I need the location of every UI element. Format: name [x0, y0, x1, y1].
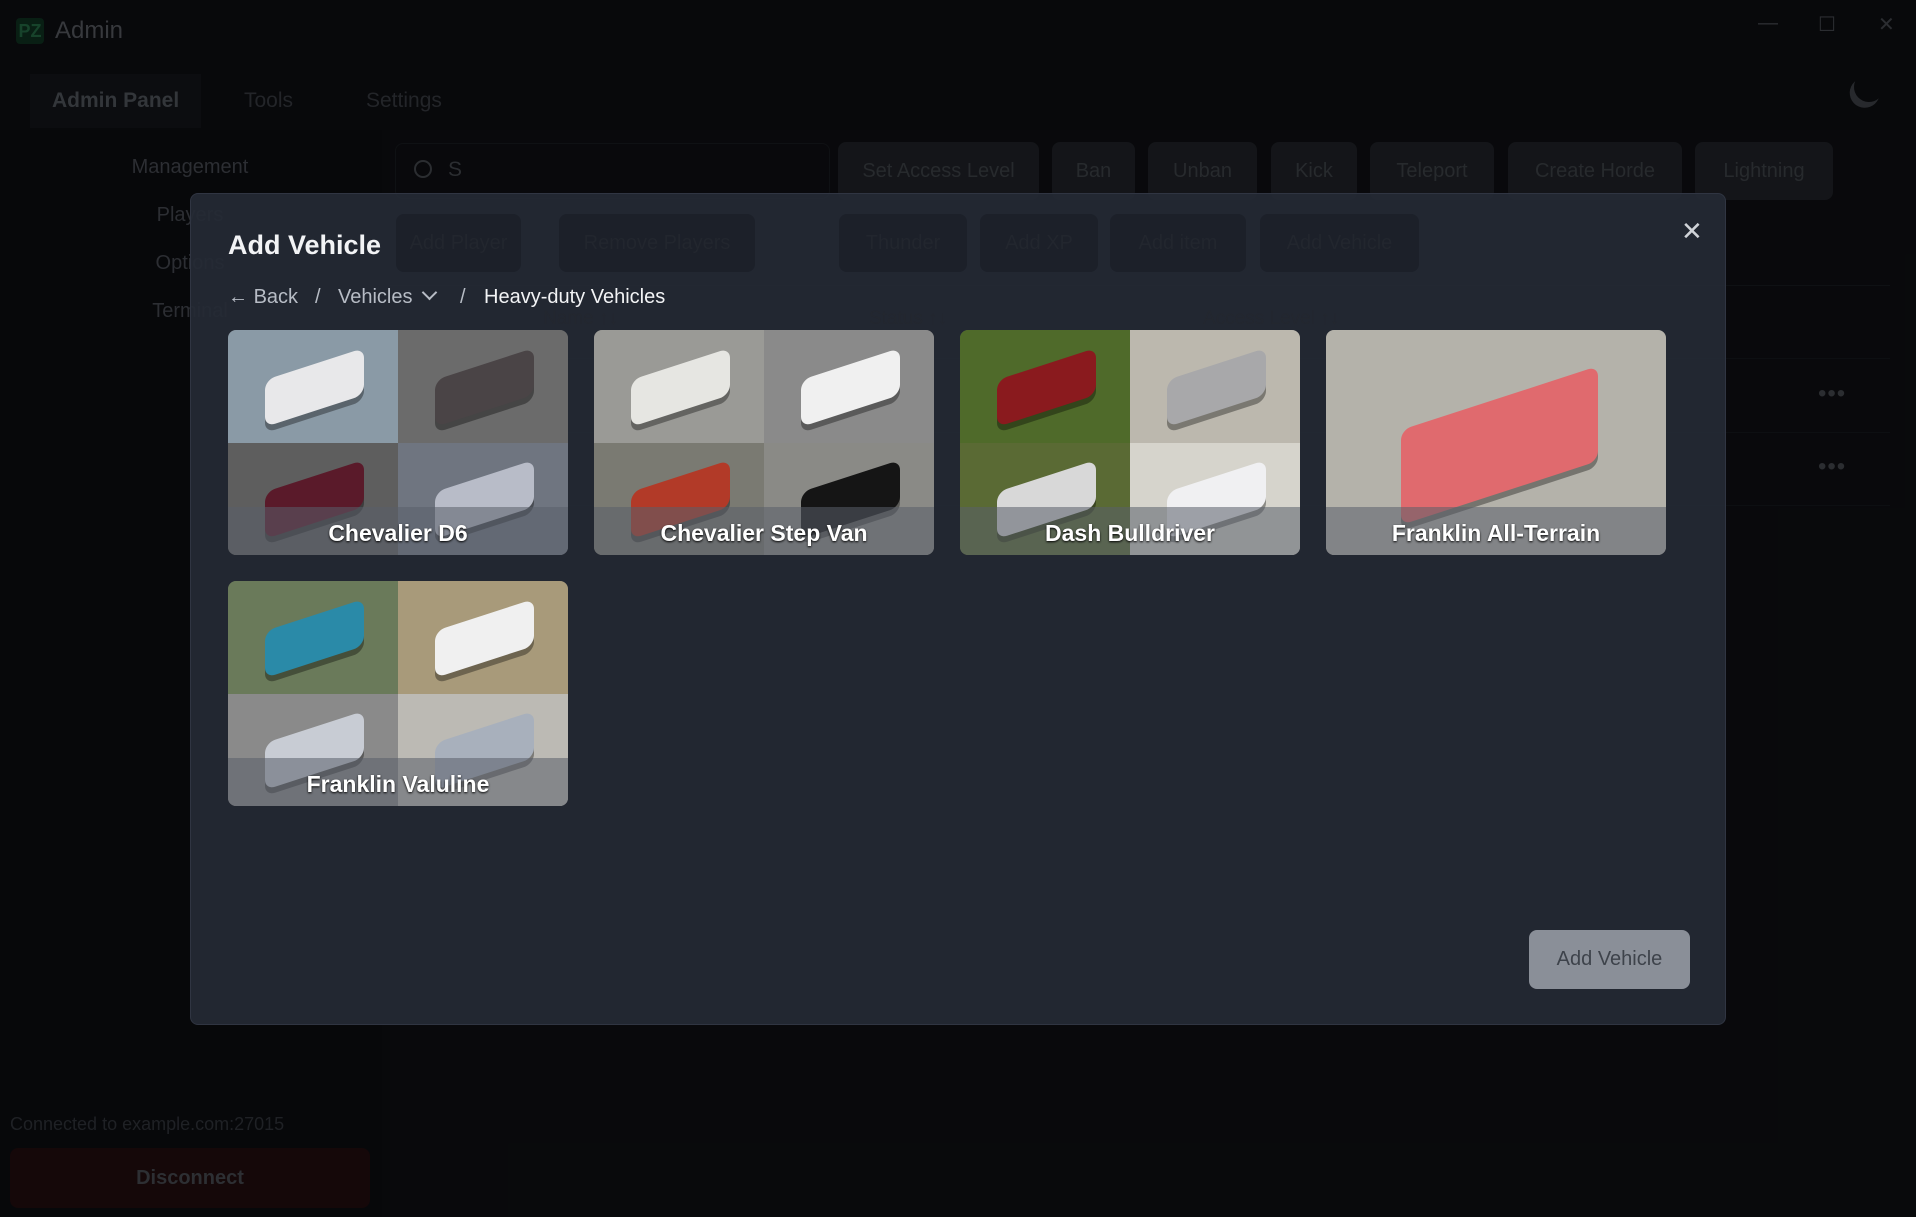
- vehicle-thumbnail: [1130, 330, 1300, 443]
- column-header-name: Name ↑↓: [543, 308, 618, 329]
- back-button[interactable]: ← Back: [228, 286, 298, 309]
- vehicle-card[interactable]: Franklin Valuline: [228, 581, 568, 806]
- add-vehicle-dialog: Add Player Remove Players Thunder Add XP…: [190, 193, 1726, 1025]
- vehicle-thumbnail: [594, 330, 764, 443]
- vehicle-image: [1400, 365, 1598, 525]
- vehicle-image: [435, 598, 534, 679]
- add-item-button: Add item: [1110, 214, 1246, 272]
- vehicle-name: Franklin All-Terrain: [1326, 507, 1666, 555]
- thunder-button: Thunder: [839, 214, 967, 272]
- vehicle-name: Franklin Valuline: [228, 758, 568, 806]
- vehicle-card[interactable]: Chevalier Step Van: [594, 330, 934, 555]
- vehicle-image: [997, 347, 1096, 428]
- breadcrumb-vehicles: Vehicles: [338, 286, 413, 308]
- add-vehicle-bg-button: Add Vehicle: [1260, 214, 1419, 272]
- vehicle-thumbnail: [764, 330, 934, 443]
- breadcrumb-vehicles-dropdown[interactable]: Vehicles: [338, 284, 438, 309]
- vehicle-card[interactable]: Chevalier D6: [228, 330, 568, 555]
- vehicle-thumbnail: [228, 581, 398, 694]
- vehicle-thumbnail: [228, 330, 398, 443]
- vehicle-thumbnail: [398, 330, 568, 443]
- vehicle-thumbnail: [960, 330, 1130, 443]
- add-vehicle-submit-button[interactable]: Add Vehicle: [1529, 930, 1690, 989]
- vehicle-image: [265, 347, 364, 428]
- vehicle-thumbnail: [398, 581, 568, 694]
- breadcrumb-separator: /: [315, 286, 321, 308]
- vehicle-card[interactable]: Franklin All-Terrain: [1326, 330, 1666, 555]
- column-header-access-level: Access Level ↑↓: [1203, 308, 1340, 329]
- breadcrumb-current: Heavy-duty Vehicles: [484, 286, 666, 308]
- vehicle-image: [435, 347, 534, 428]
- chevron-down-icon: [421, 284, 438, 301]
- vehicle-image: [1167, 347, 1266, 428]
- remove-players-button: Remove Players: [559, 214, 755, 272]
- dialog-title: Add Vehicle: [228, 230, 382, 260]
- breadcrumb-separator: /: [460, 286, 466, 308]
- back-label: Back: [253, 286, 299, 308]
- vehicle-name: Chevalier Step Van: [594, 507, 934, 555]
- vehicle-image: [801, 347, 900, 428]
- column-header-status: Status ↑↓: [869, 308, 948, 329]
- add-xp-button: Add XP: [980, 214, 1098, 272]
- add-player-button: Add Player: [396, 214, 521, 272]
- vehicle-image: [265, 598, 364, 679]
- vehicle-name: Chevalier D6: [228, 507, 568, 555]
- arrow-left-icon: ←: [228, 286, 248, 308]
- close-icon[interactable]: ✕: [1681, 216, 1703, 247]
- vehicle-image: [631, 347, 730, 428]
- vehicle-card[interactable]: Dash Bulldriver: [960, 330, 1300, 555]
- vehicle-name: Dash Bulldriver: [960, 507, 1300, 555]
